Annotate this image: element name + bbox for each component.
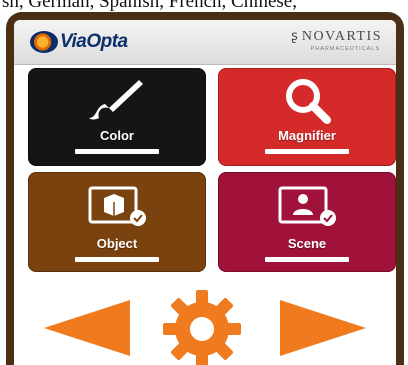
app-header: ViaOpta ʂ NOVARTIS PHARMACEUTICALS xyxy=(14,20,396,65)
partner-subtitle: PHARMACEUTICALS xyxy=(310,46,380,52)
viaopta-logo: ViaOpta xyxy=(30,29,128,55)
tile-underline xyxy=(265,149,349,154)
object-tile[interactable]: Object xyxy=(28,172,206,272)
partner-name: NOVARTIS xyxy=(301,29,382,44)
tile-label-color: Color xyxy=(100,128,134,143)
arrow-right-icon[interactable] xyxy=(276,298,370,358)
novartis-logo: ʂ NOVARTIS PHARMACEUTICALS xyxy=(222,27,382,59)
color-tile[interactable]: Color xyxy=(28,68,206,166)
magnifier-tile[interactable]: Magnifier xyxy=(218,68,396,166)
bottom-bar xyxy=(14,284,396,365)
tile-label-magnifier: Magnifier xyxy=(278,128,336,143)
app-name: ViaOpta xyxy=(60,31,128,52)
object-icon xyxy=(88,186,146,226)
paintbrush-icon xyxy=(89,80,143,120)
app-screen: ViaOpta ʂ NOVARTIS PHARMACEUTICALS Color … xyxy=(14,20,396,365)
phone-frame: ViaOpta ʂ NOVARTIS PHARMACEUTICALS Color … xyxy=(6,12,404,365)
magnifier-icon xyxy=(286,79,331,124)
arrow-left-icon[interactable] xyxy=(40,298,134,358)
gear-icon[interactable] xyxy=(161,288,243,365)
tile-underline xyxy=(75,149,159,154)
viaopta-logo-icon xyxy=(30,31,58,53)
tile-label-scene: Scene xyxy=(287,236,327,251)
tile-underline xyxy=(75,257,159,262)
tile-underline xyxy=(265,257,349,262)
scene-tile[interactable]: Scene xyxy=(218,172,396,272)
tile-label-object: Object xyxy=(96,236,138,251)
novartis-flame-icon: ʂ xyxy=(291,29,298,44)
scene-icon xyxy=(278,186,336,226)
